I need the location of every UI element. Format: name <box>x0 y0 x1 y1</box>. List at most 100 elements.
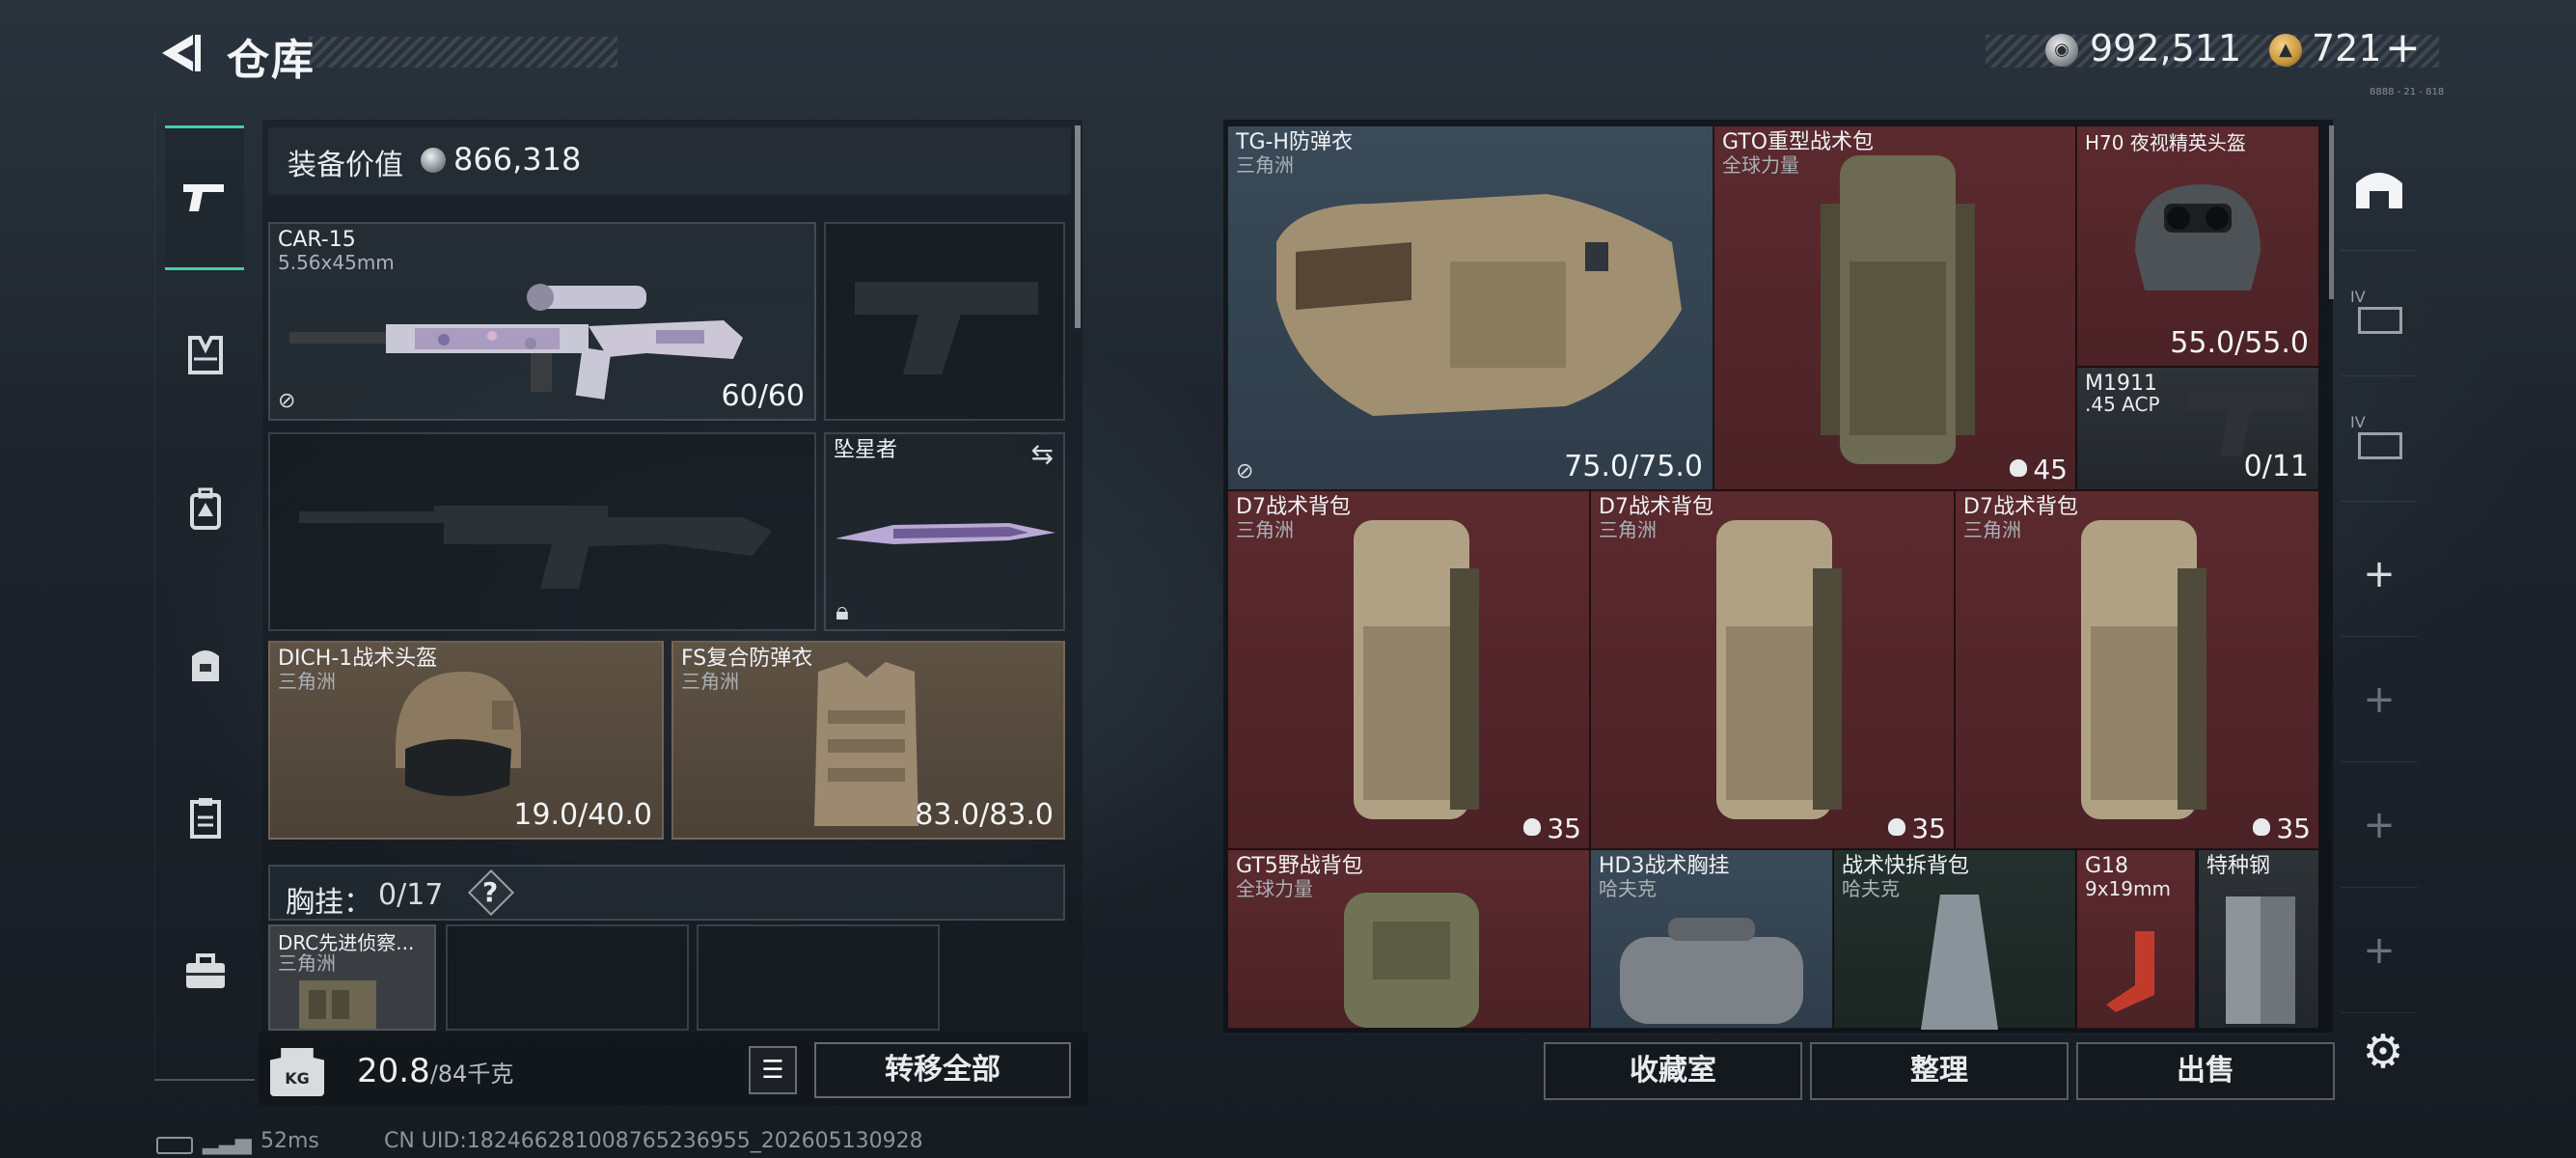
chest-rig-item-slot[interactable]: DRC先进侦察... 三角洲 <box>268 924 436 1031</box>
item-brand: 全球力量 <box>1236 877 1313 900</box>
version-text: 8888 - 21 - 818 <box>2370 87 2445 97</box>
rail-item-home[interactable] <box>2341 125 2418 251</box>
pistol-silhouette-icon <box>855 282 1038 374</box>
item-durability: 55.0/55.0 <box>2170 326 2309 360</box>
add-storage-button[interactable]: + <box>2341 637 2418 762</box>
storage-item-gt5-pack[interactable]: GT5野战背包 全球力量 <box>1227 849 1590 1029</box>
lock-icon: 🔒︎ <box>836 597 849 626</box>
item-name: H70 夜视精英头盔 <box>2085 131 2246 154</box>
storage-item-d7-pack[interactable]: D7战术背包 三角洲 35 <box>1590 490 1955 849</box>
storage-box-icon: IV <box>2350 288 2408 340</box>
vest-image <box>1276 194 1682 416</box>
vest-icon <box>188 336 223 374</box>
item-count: 45 <box>2010 454 2068 485</box>
swap-icon[interactable]: ⇆ <box>1031 438 1054 470</box>
secondary-rifle-slot[interactable] <box>268 432 816 631</box>
rail-item-bag[interactable] <box>155 596 256 731</box>
pistol-image <box>2187 391 2305 456</box>
g18-pistol-image <box>2106 931 2154 1012</box>
silver-coin-icon <box>421 148 446 173</box>
storage-item-g18[interactable]: G18 9x19mm <box>2076 849 2196 1029</box>
backpack-icon <box>190 487 221 530</box>
chest-rig-empty-slot[interactable] <box>697 924 940 1031</box>
sell-button[interactable]: 出售 <box>2076 1042 2335 1100</box>
helmet-durability: 19.0/40.0 <box>513 798 652 832</box>
pistol-icon <box>183 184 224 211</box>
chest-rig-empty-slot[interactable] <box>446 924 689 1031</box>
item-ammo: 0/11 <box>2243 450 2309 483</box>
helmet-slot[interactable]: DICH-1战术头盔 三角洲 19.0/40.0 <box>268 641 664 840</box>
storage-box-icon: IV <box>2350 413 2408 465</box>
add-storage-button[interactable]: + <box>2341 762 2418 888</box>
primary-weapon-slot[interactable]: CAR-15 5.56x45mm ⊘ 60/60 <box>268 222 816 421</box>
list-view-button[interactable]: ☰ <box>749 1046 797 1094</box>
secondary-weapon-slot[interactable] <box>824 222 1065 421</box>
storage-item-quick-pack[interactable]: 战术快拆背包 哈夫克 <box>1833 849 2076 1030</box>
storage-item-h70-helmet[interactable]: H70 夜视精英头盔 55.0/55.0 <box>2076 125 2319 367</box>
rail-item-backpack[interactable] <box>155 442 256 577</box>
collection-room-button[interactable]: 收藏室 <box>1544 1042 1802 1100</box>
title-decoration <box>309 37 617 68</box>
equipment-scrollbar[interactable] <box>1075 125 1081 328</box>
add-currency-button[interactable]: + <box>2385 23 2421 72</box>
plus-icon: + <box>2363 927 2396 973</box>
page-title: 仓库 <box>227 36 315 85</box>
rail-item-armor[interactable] <box>155 288 256 423</box>
rail-item-toolbox[interactable] <box>155 905 256 1040</box>
storage-item-gto-pack[interactable]: GTO重型战术包 全球力量 45 <box>1713 125 2076 490</box>
item-count: 35 <box>2253 813 2311 844</box>
help-icon[interactable]: ? <box>482 876 498 908</box>
rail-item-weapon[interactable] <box>165 125 244 270</box>
equipment-value: 866,318 <box>453 141 582 178</box>
weight-current: 20.8 <box>357 1052 430 1090</box>
armor-vest-image <box>814 662 918 826</box>
plus-icon: + <box>2363 802 2396 847</box>
storage-item-d7-pack[interactable]: D7战术背包 三角洲 35 <box>1227 490 1590 849</box>
equipment-value-label: 装备价值 <box>288 149 403 182</box>
helmet-image <box>396 672 521 796</box>
rail-item-storage-box[interactable]: IV <box>2341 376 2418 502</box>
tier-label: IV <box>2350 412 2366 431</box>
transfer-all-button[interactable]: 转移全部 <box>814 1042 1071 1098</box>
item-durability: 75.0/75.0 <box>1564 450 1703 483</box>
item-brand: 三角洲 <box>1963 518 2021 541</box>
add-storage-button[interactable]: + <box>2341 888 2418 1013</box>
storage-scrollbar[interactable] <box>2329 125 2334 299</box>
nv-helmet-image <box>2135 184 2261 290</box>
rail-item-clipboard[interactable] <box>155 751 256 886</box>
settings-gear-icon[interactable]: ⚙ <box>2354 1023 2412 1081</box>
category-rail <box>154 114 255 1079</box>
steel-plate-image <box>2226 896 2295 1024</box>
storage-item-d7-pack[interactable]: D7战术背包 三角洲 35 <box>1955 490 2319 849</box>
toolbox-icon <box>186 953 225 988</box>
storage-item-m1911[interactable]: M1911 .45 ACP 0/11 <box>2076 367 2319 490</box>
storage-item-special-steel[interactable]: 特种钢 <box>2198 849 2319 1029</box>
rail-item-storage-box[interactable]: IV <box>2341 251 2418 376</box>
silver-coin-icon: ◉ <box>2045 34 2078 67</box>
gold-currency-amount: 721 <box>2312 27 2382 69</box>
uid-text: CN UID:18246628100876523695​5_2026051309… <box>384 1129 923 1153</box>
helmet-brand: 三角洲 <box>278 670 336 693</box>
organize-button[interactable]: 整理 <box>1810 1042 2069 1100</box>
weight-value: 20.8/84千克 <box>357 1052 513 1090</box>
weapon-name: CAR-15 <box>278 228 356 252</box>
storage-item-armor[interactable]: TG-H防弹衣 三角洲 ⊘ 75.0/75.0 <box>1227 125 1713 490</box>
chest-rig-header: 胸挂： 0/17 ? <box>268 865 1065 921</box>
storage-item-hd3-rig[interactable]: HD3战术胸挂 哈夫克 <box>1590 849 1833 1029</box>
chest-rig-capacity: 0/17 <box>378 878 444 912</box>
add-storage-button[interactable]: + <box>2341 511 2418 637</box>
back-arrow-icon <box>162 35 201 71</box>
plus-icon: + <box>2363 676 2396 722</box>
clipboard-icon <box>190 798 221 839</box>
signal-icon: ▂▃▅ <box>203 1131 252 1155</box>
plus-icon: + <box>2363 551 2396 596</box>
sack-image <box>1921 895 1998 1030</box>
item-brand: 三角洲 <box>1599 518 1657 541</box>
backpack-image <box>1821 155 1975 464</box>
item-brand: 哈夫克 <box>1842 877 1900 900</box>
battery-icon <box>156 1137 193 1154</box>
back-button[interactable] <box>154 29 203 77</box>
chest-rig-label: 胸挂： <box>286 886 372 920</box>
armor-slot[interactable]: FS复合防弹衣 三角洲 83.0/83.0 <box>671 641 1065 840</box>
melee-slot[interactable]: 坠星者 ⇆ 🔒︎ <box>824 432 1065 631</box>
